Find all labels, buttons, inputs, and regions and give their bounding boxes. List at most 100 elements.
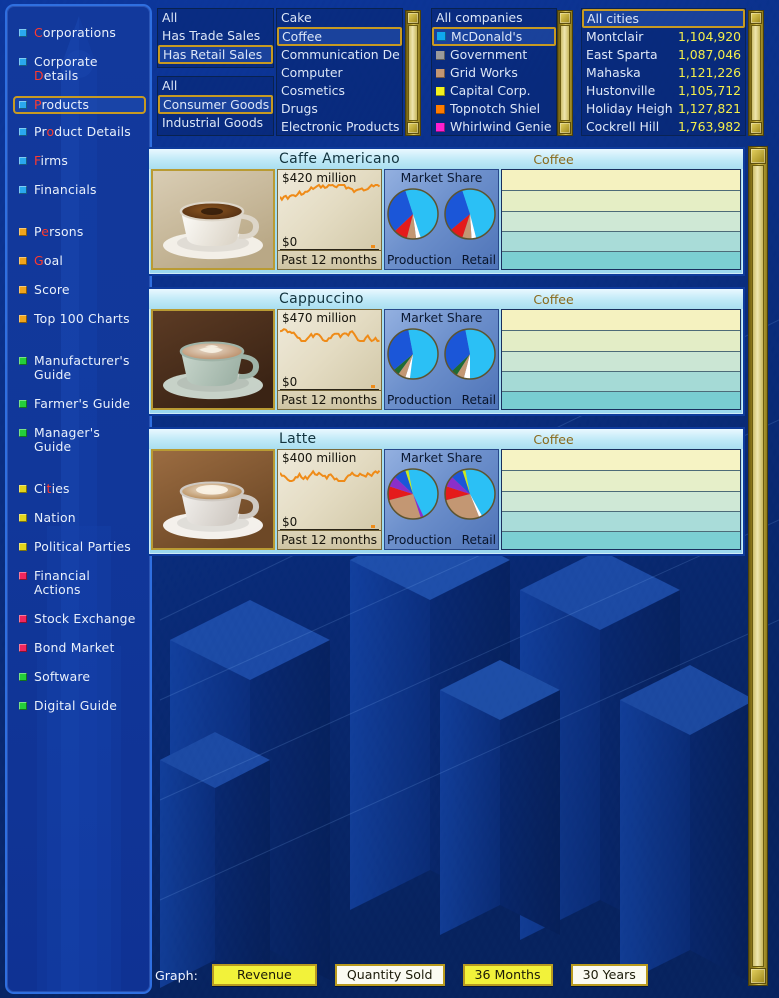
city-list-item[interactable]: East Sparta 1,087,046	[582, 46, 745, 64]
city-list-item[interactable]: Mahaska 1,121,226	[582, 64, 745, 82]
product-image[interactable]	[151, 309, 275, 410]
scroll-up-button[interactable]	[559, 12, 571, 24]
company-list-item[interactable]: Government	[432, 46, 556, 64]
sidebar-item-financials[interactable]: Financials	[15, 181, 144, 199]
sidebar-item-products[interactable]: Products	[13, 96, 146, 114]
product-list-scrollbar[interactable]	[405, 10, 421, 136]
product-image[interactable]	[151, 449, 275, 550]
bullet-icon	[19, 429, 27, 437]
revenue-sparkline-panel[interactable]: $420 million $0 Past 12 months	[277, 169, 382, 270]
bullet-icon	[19, 157, 27, 165]
company-list-scrollbar[interactable]	[557, 10, 573, 136]
product-card[interactable]: Cappuccino Coffee $470 million $0 Past 12 m…	[147, 287, 745, 416]
nav-separator	[7, 467, 150, 480]
scroll-down-button[interactable]	[750, 968, 766, 984]
company-list-item[interactable]: Whirlwind Genie	[432, 118, 556, 135]
scroll-up-button[interactable]	[750, 12, 762, 24]
revenue-sparkline-panel[interactable]: $400 million $0 Past 12 months	[277, 449, 382, 550]
sales-band-chart[interactable]	[501, 169, 741, 270]
product-category-option[interactable]: Computer	[277, 64, 402, 82]
goods-filter-option[interactable]: Industrial Goods	[158, 114, 273, 132]
sidebar-item-score[interactable]: Score	[15, 281, 144, 299]
sidebar-item-farmer-s-guide[interactable]: Farmer's Guide	[15, 395, 144, 413]
sidebar-item-bond-market[interactable]: Bond Market	[15, 639, 144, 657]
product-category-option[interactable]: Electronic Products	[277, 118, 402, 135]
scroll-down-button[interactable]	[559, 122, 571, 134]
product-category-option[interactable]: Communication De	[277, 46, 402, 64]
goods-filter-option[interactable]: All	[158, 77, 273, 95]
sales-band-chart[interactable]	[501, 449, 741, 550]
sidebar-item-financial-actions[interactable]: Financial Actions	[15, 567, 144, 599]
product-category-option[interactable]: Coffee	[277, 27, 402, 46]
main-vertical-scrollbar[interactable]	[748, 146, 768, 986]
sidebar-item-label: Farmer's Guide	[34, 396, 131, 411]
sidebar-item-label: Nation	[34, 510, 76, 525]
goods-filter-list[interactable]: All Consumer Goods Industrial Goods	[157, 76, 274, 136]
company-name: Grid Works	[450, 65, 518, 80]
company-list-item[interactable]: McDonald's	[432, 27, 556, 46]
company-list-item[interactable]: Capital Corp.	[432, 82, 556, 100]
product-card[interactable]: Caffe Americano Coffee $420 million $0 Past…	[147, 147, 745, 276]
city-list[interactable]: All cities Montclair 1,104,920 East Sparta 1…	[581, 8, 746, 136]
sidebar-item-stock-exchange[interactable]: Stock Exchange	[15, 610, 144, 628]
city-list-header[interactable]: All cities	[582, 9, 745, 28]
city-list-item[interactable]: Hustonville 1,105,712	[582, 82, 745, 100]
sidebar-item-nation[interactable]: Nation	[15, 509, 144, 527]
company-list-item[interactable]: Topnotch Shiel	[432, 100, 556, 118]
scroll-thumb[interactable]	[560, 25, 570, 121]
graph-button-36-months[interactable]: 36 Months	[462, 964, 553, 986]
company-list-item[interactable]: Grid Works	[432, 64, 556, 82]
sales-band	[502, 392, 740, 409]
scroll-up-button[interactable]	[750, 148, 766, 164]
company-list[interactable]: All companies McDonald's Government Grid Wo…	[431, 8, 557, 136]
sidebar-item-corporate-details[interactable]: Corporate Details	[15, 53, 144, 85]
market-share-panel[interactable]: Market Share Production Retail	[384, 169, 499, 270]
product-category-option[interactable]: Cake	[277, 9, 402, 27]
sidebar-item-top-100-charts[interactable]: Top 100 Charts	[15, 310, 144, 328]
scroll-down-button[interactable]	[407, 122, 419, 134]
scroll-down-button[interactable]	[750, 122, 762, 134]
scroll-thumb[interactable]	[751, 25, 761, 121]
graph-button-quantity-sold[interactable]: Quantity Sold	[334, 964, 445, 986]
product-card[interactable]: Latte Coffee $400 million $0 Past 12 months…	[147, 427, 745, 556]
sidebar-item-political-parties[interactable]: Political Parties	[15, 538, 144, 556]
retail-label: Retail	[461, 253, 496, 267]
sidebar-item-firms[interactable]: Firms	[15, 152, 144, 170]
sales-band	[502, 252, 740, 269]
revenue-max-label: $470 million	[282, 311, 357, 325]
sidebar-item-software[interactable]: Software	[15, 668, 144, 686]
sidebar-item-label: Score	[34, 282, 70, 297]
market-share-panel[interactable]: Market Share Production Retail	[384, 449, 499, 550]
sales-filter-list[interactable]: All Has Trade Sales Has Retail Sales	[157, 8, 274, 68]
scroll-thumb[interactable]	[408, 25, 418, 121]
revenue-sparkline-panel[interactable]: $470 million $0 Past 12 months	[277, 309, 382, 410]
scroll-up-button[interactable]	[407, 12, 419, 24]
graph-button-revenue[interactable]: Revenue	[211, 964, 317, 986]
sidebar-item-goal[interactable]: Goal	[15, 252, 144, 270]
city-list-item[interactable]: Holiday Heigh 1,127,821	[582, 100, 745, 118]
sidebar-item-digital-guide[interactable]: Digital Guide	[15, 697, 144, 715]
market-share-panel[interactable]: Market Share Production Retail	[384, 309, 499, 410]
sales-band	[502, 310, 740, 331]
product-image[interactable]	[151, 169, 275, 270]
scroll-thumb[interactable]	[751, 165, 765, 967]
city-list-item[interactable]: Cockrell Hill 1,763,982	[582, 118, 745, 135]
sales-filter-option[interactable]: All	[158, 9, 273, 27]
product-category-option[interactable]: Cosmetics	[277, 82, 402, 100]
sales-filter-option[interactable]: Has Trade Sales	[158, 27, 273, 45]
goods-filter-option[interactable]: Consumer Goods	[158, 95, 273, 114]
graph-button-30-years[interactable]: 30 Years	[570, 964, 648, 986]
sidebar-item-manufacturer-s-guide[interactable]: Manufacturer's Guide	[15, 352, 144, 384]
sidebar-item-label: Goal	[34, 253, 64, 268]
sidebar-item-product-details[interactable]: Product Details	[15, 123, 144, 141]
sales-filter-option[interactable]: Has Retail Sales	[158, 45, 273, 64]
product-category-list[interactable]: Cake Coffee Communication De Computer Cosmet…	[276, 8, 403, 136]
product-category-option[interactable]: Drugs	[277, 100, 402, 118]
sales-band-chart[interactable]	[501, 309, 741, 410]
city-list-item[interactable]: Montclair 1,104,920	[582, 28, 745, 46]
sidebar-item-persons[interactable]: Persons	[15, 223, 144, 241]
sidebar-item-cities[interactable]: Cities	[15, 480, 144, 498]
sidebar-item-corporations[interactable]: Corporations	[15, 24, 144, 42]
sidebar-item-manager-s-guide[interactable]: Manager's Guide	[15, 424, 144, 456]
city-list-scrollbar[interactable]	[748, 10, 764, 136]
